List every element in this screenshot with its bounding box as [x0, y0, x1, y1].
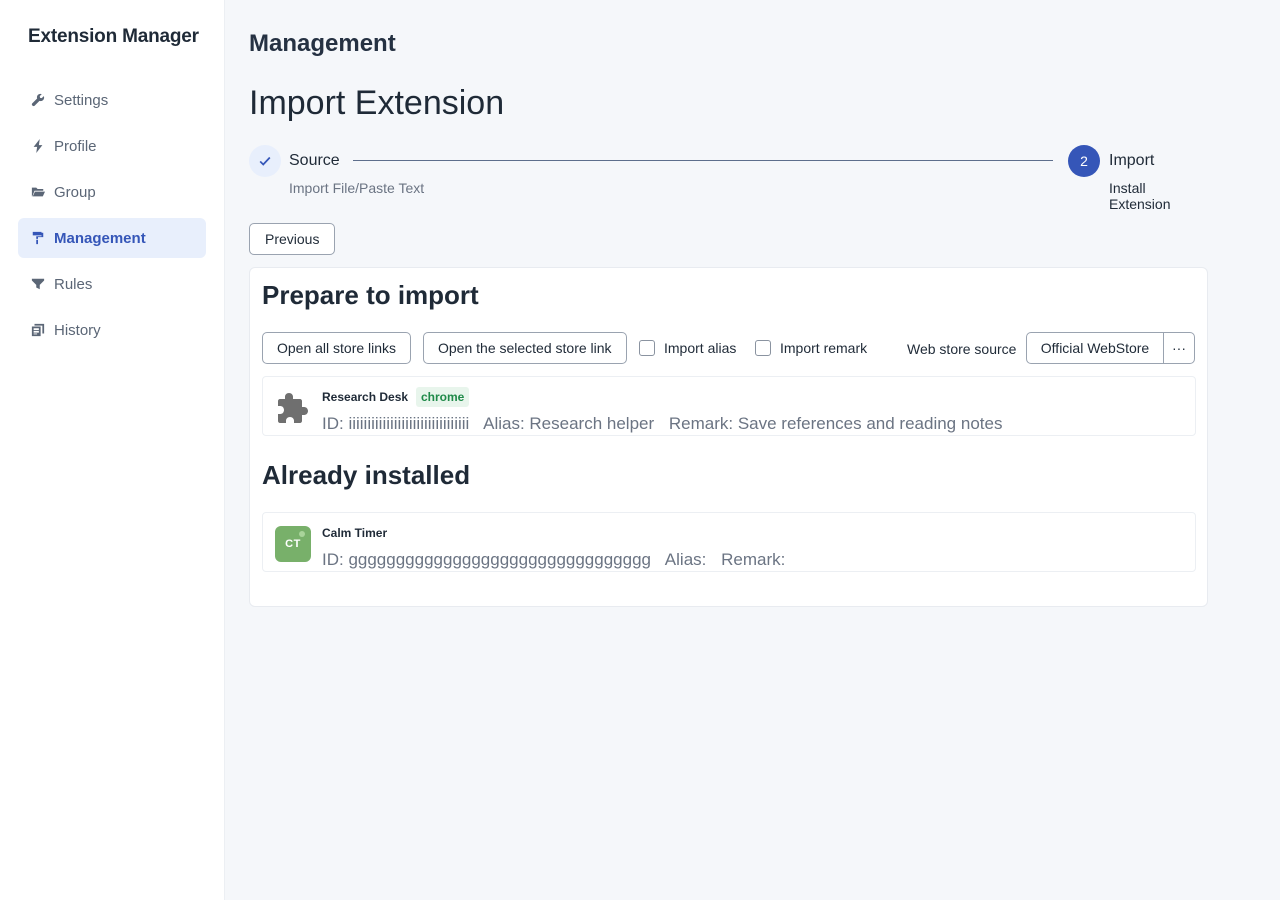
sidebar-item-label: Management	[54, 229, 146, 247]
prepare-heading: Prepare to import	[262, 280, 479, 310]
step-1-subtitle: Import File/Paste Text	[289, 180, 425, 196]
sidebar-item-label: Group	[54, 183, 96, 201]
browser-tag: chrome	[416, 387, 470, 407]
sidebar-nav: Settings Profile Group Management Rules	[18, 80, 206, 356]
sidebar-item-group[interactable]: Group	[18, 172, 206, 212]
extension-id: ID: iiiiiiiiiiiiiiiiiiiiiiiiiiiiiiii	[322, 414, 470, 433]
sidebar-item-management[interactable]: Management	[18, 218, 206, 258]
sidebar: Extension Manager Settings Profile Group…	[0, 0, 225, 900]
web-store-source-select[interactable]: Official WebStore	[1026, 332, 1164, 364]
avatar-initials: CT	[285, 538, 301, 550]
import-remark-checkbox[interactable]: Import remark	[755, 340, 867, 356]
sidebar-item-label: Rules	[54, 275, 93, 293]
checkbox-label: Import alias	[664, 340, 737, 356]
sidebar-item-settings[interactable]: Settings	[18, 80, 206, 120]
step-2-indicator: 2	[1068, 145, 1100, 177]
folder-open-icon	[30, 184, 46, 200]
sidebar-item-rules[interactable]: Rules	[18, 264, 206, 304]
extension-remark: Remark:	[721, 550, 786, 569]
extension-alias: Alias: Research helper	[483, 414, 655, 433]
extension-meta: ID: iiiiiiiiiiiiiiiiiiiiiiiiiiiiiiii Ali…	[322, 414, 1012, 434]
open-all-store-links-button[interactable]: Open all store links	[262, 332, 412, 364]
sidebar-item-label: Profile	[54, 137, 97, 155]
paint-roller-icon	[30, 230, 46, 246]
open-selected-store-link-button[interactable]: Open the selected store link	[423, 332, 627, 364]
checkbox-box[interactable]	[755, 340, 771, 356]
section-title: Management	[249, 30, 396, 57]
extension-name: Research Desk	[322, 390, 409, 404]
history-icon	[30, 322, 46, 338]
list-item[interactable]: Research Desk chrome ID: iiiiiiiiiiiiiii…	[262, 376, 1196, 436]
sidebar-item-profile[interactable]: Profile	[18, 126, 206, 166]
step-1-title: Source	[289, 152, 340, 169]
wrench-icon	[30, 92, 46, 108]
import-toolbar: Open all store links Open the selected s…	[262, 332, 1196, 364]
app-title: Extension Manager	[28, 26, 199, 47]
sidebar-item-history[interactable]: History	[18, 310, 206, 350]
more-options-button[interactable]: ···	[1163, 332, 1195, 364]
web-store-source-label: Web store source	[907, 341, 1017, 357]
avatar-dot	[299, 531, 305, 537]
avatar: CT	[275, 526, 311, 562]
import-alias-checkbox[interactable]: Import alias	[639, 340, 736, 356]
sidebar-item-label: History	[54, 321, 101, 339]
checkbox-label: Import remark	[780, 340, 868, 356]
list-item[interactable]: CT Calm Timer ID: gggggggggggggggggggggg…	[262, 512, 1196, 572]
check-icon	[259, 156, 271, 166]
stepper: Source Import File/Paste Text 2 Import I…	[249, 145, 1209, 212]
installed-heading: Already installed	[262, 460, 471, 490]
step-2-subtitle: Install Extension	[1109, 180, 1171, 212]
extension-meta: ID: gggggggggggggggggggggggggggggggg Ali…	[322, 550, 795, 570]
extension-remark: Remark: Save references and reading note…	[668, 414, 1003, 433]
step-1-indicator	[249, 145, 281, 177]
previous-button[interactable]: Previous	[249, 223, 336, 255]
sidebar-item-label: Settings	[54, 91, 109, 109]
extension-alias: Alias:	[664, 550, 707, 569]
extension-name: Calm Timer	[322, 526, 388, 540]
checkbox-box[interactable]	[639, 340, 655, 356]
step-connector	[353, 160, 1053, 161]
extension-id: ID: gggggggggggggggggggggggggggggggg	[322, 550, 651, 569]
step-2-title: Import	[1109, 152, 1155, 169]
bolt-icon	[30, 138, 46, 154]
import-card: Prepare to import Open all store links O…	[249, 267, 1208, 607]
puzzle-piece-icon	[275, 389, 311, 425]
page-title: Import Extension	[249, 84, 505, 122]
filter-icon	[30, 276, 46, 292]
